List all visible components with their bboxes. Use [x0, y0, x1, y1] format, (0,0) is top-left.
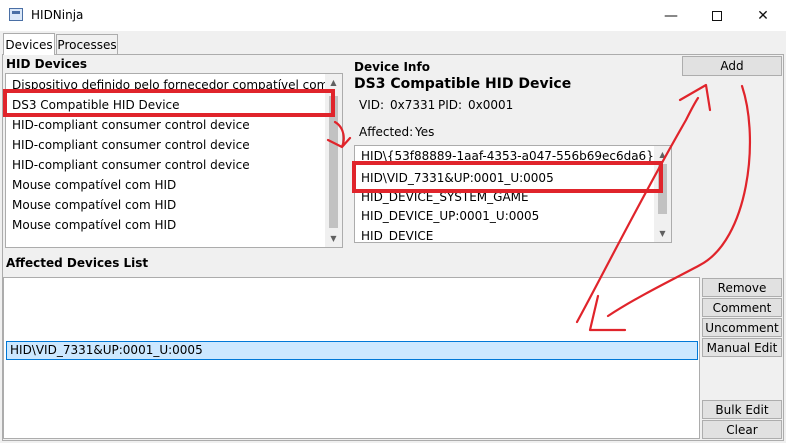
arrow-to-device-info — [326, 120, 352, 149]
annotation-arrows — [326, 83, 751, 332]
arrow-to-add-button — [575, 83, 712, 324]
tab-devices[interactable]: Devices — [3, 33, 55, 55]
arrow-to-affected-list — [588, 84, 751, 332]
